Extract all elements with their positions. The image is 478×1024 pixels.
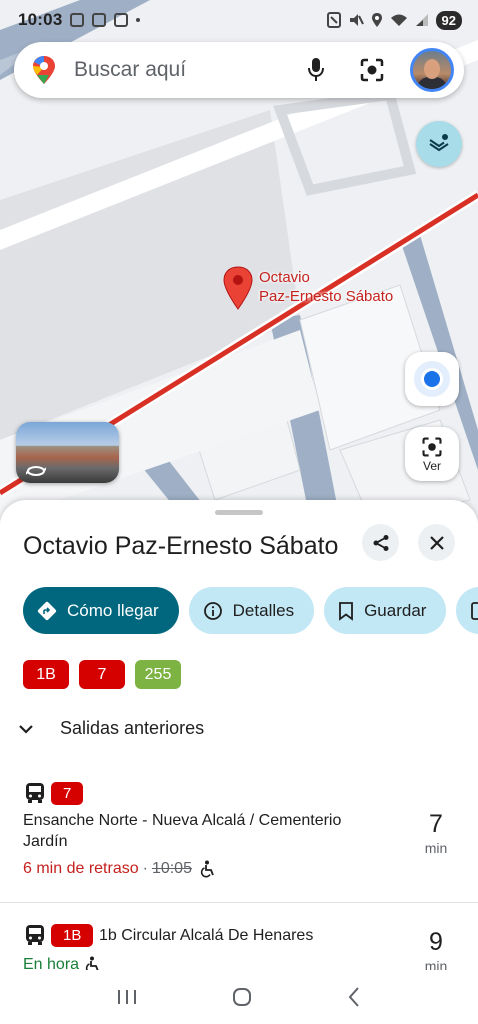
place-marker-icon[interactable] — [221, 265, 255, 311]
status-time: 10:03 — [18, 10, 63, 29]
maps-pin-icon — [33, 56, 55, 84]
calendar-icon — [114, 13, 129, 27]
action-chips: Cómo llegar Detalles Guardar — [23, 587, 478, 634]
location-icon — [371, 13, 382, 27]
info-icon — [203, 601, 222, 620]
route-badges: 1B 7 255 — [23, 660, 181, 689]
photo-icon — [92, 13, 107, 27]
bookmark-icon — [339, 601, 353, 621]
departure-line-badge: 1B — [51, 924, 94, 947]
departure-minutes: 7 — [429, 810, 443, 838]
system-nav-bar — [0, 970, 478, 1024]
close-button[interactable] — [418, 524, 455, 561]
departure-row[interactable]: 7 Ensanche Norte - Nueva Alcalá / Cement… — [0, 780, 478, 900]
place-marker-label[interactable]: Octavio Paz-Ernesto Sábato — [259, 268, 393, 306]
departure-status-text: 6 min de retraso — [23, 860, 139, 877]
more-chip[interactable] — [456, 587, 478, 634]
home-icon[interactable] — [231, 986, 253, 1008]
place-title: Octavio Paz-Ernesto Sábato — [23, 532, 339, 560]
bus-icon — [26, 925, 44, 945]
save-label: Guardar — [364, 600, 427, 620]
back-icon[interactable] — [346, 986, 362, 1008]
details-label: Detalles — [232, 600, 295, 620]
search-input[interactable]: Buscar aquí — [74, 58, 298, 82]
layers-icon — [429, 134, 449, 152]
lens-icon[interactable] — [354, 52, 390, 88]
mute-icon — [349, 14, 364, 26]
route-badge-255[interactable]: 255 — [135, 660, 181, 689]
battery-indicator: 92 — [435, 10, 462, 30]
scheduled-time: 10:05 — [151, 860, 192, 877]
location-dot-icon — [424, 371, 440, 387]
recents-icon[interactable] — [116, 988, 138, 1006]
mic-icon[interactable] — [298, 52, 334, 88]
map-view[interactable]: 10:03 92 Buscar aquí Octavio Paz-Ernesto… — [0, 0, 478, 520]
sheet-drag-handle[interactable] — [215, 510, 263, 515]
street-view-icon — [26, 466, 46, 476]
route-badge-7[interactable]: 7 — [79, 660, 125, 689]
lens-icon — [422, 436, 442, 457]
wifi-icon — [390, 14, 407, 26]
lens-button-label: Ver — [422, 458, 441, 473]
departure-destination: 1b Circular Alcalá De Henares — [99, 927, 314, 944]
signal-icon — [415, 14, 428, 26]
search-bar[interactable]: Buscar aquí — [14, 42, 464, 98]
share-button[interactable] — [362, 524, 399, 561]
more-notifications-icon — [136, 18, 141, 22]
nfc-icon — [326, 12, 341, 28]
share-icon — [373, 534, 388, 551]
share-chip-icon — [471, 601, 478, 620]
departure-minutes: 9 — [429, 928, 443, 956]
directions-label: Cómo llegar — [67, 600, 159, 620]
layers-button[interactable] — [416, 121, 462, 167]
close-icon — [429, 535, 444, 550]
chevron-down-icon — [19, 724, 33, 734]
marker-label-line2: Paz-Ernesto Sábato — [259, 288, 394, 305]
wheelchair-icon — [200, 860, 214, 878]
status-separator: · — [142, 860, 148, 877]
status-bar: 10:03 92 — [0, 0, 478, 40]
street-view-thumbnail[interactable] — [16, 422, 119, 483]
avatar[interactable] — [410, 48, 454, 92]
details-button[interactable]: Detalles — [188, 587, 315, 634]
route-badge-1b[interactable]: 1B — [23, 660, 69, 689]
bus-icon — [26, 783, 44, 803]
marker-label-line1: Octavio — [259, 269, 310, 286]
departure-status: 6 min de retraso · 10:05 — [23, 860, 216, 878]
departure-destination: Ensanche Norte - Nueva Alcalá / Cementer… — [23, 812, 342, 850]
previous-departures-toggle[interactable]: Salidas anteriores — [18, 718, 204, 739]
directions-icon — [37, 601, 57, 620]
place-sheet[interactable]: Octavio Paz-Ernesto Sábato Cómo llegar D… — [0, 500, 478, 1024]
divider — [0, 902, 478, 903]
screenshot-icon — [70, 13, 85, 27]
departure-minutes-unit: min — [424, 840, 448, 856]
my-location-button[interactable] — [405, 352, 459, 406]
departure-line-badge: 7 — [51, 782, 84, 805]
directions-button[interactable]: Cómo llegar — [23, 587, 179, 634]
save-button[interactable]: Guardar — [324, 587, 447, 634]
lens-view-button[interactable]: Ver — [405, 427, 459, 481]
previous-departures-label: Salidas anteriores — [60, 718, 205, 738]
